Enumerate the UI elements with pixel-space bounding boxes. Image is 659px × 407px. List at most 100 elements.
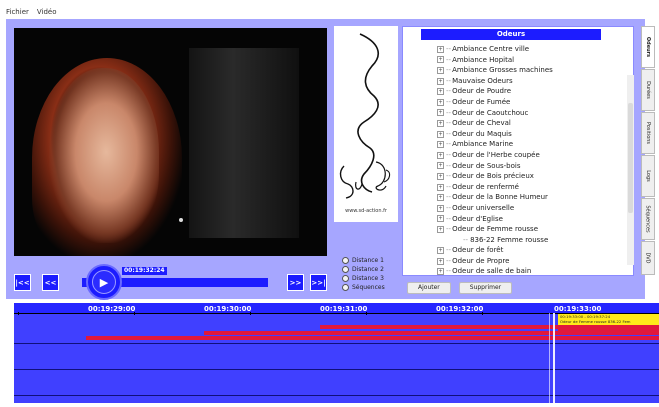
expand-icon[interactable]: + <box>437 45 444 53</box>
current-time: 00:19:32:24 <box>122 267 167 275</box>
tree-item[interactable]: + -- Ambiance Centre ville <box>437 44 627 55</box>
expand-icon[interactable]: + <box>437 225 444 233</box>
expand-icon[interactable]: + <box>437 247 444 255</box>
playhead[interactable] <box>553 313 555 403</box>
playhead-shadow <box>549 313 550 403</box>
tab-durees[interactable]: Durées <box>641 69 655 111</box>
expand-icon[interactable]: + <box>437 141 444 149</box>
tab-odeurs[interactable]: Odeurs <box>641 26 655 68</box>
tree-scroll-thumb[interactable] <box>628 103 633 213</box>
radio-button[interactable] <box>342 275 349 282</box>
selected-event[interactable]: 00:19:33:00 - 00:19:37:24 Odeur de Femme… <box>558 314 659 325</box>
tree-connector: -- <box>446 182 452 191</box>
tree-connector: -- <box>446 97 452 106</box>
tab-dvd[interactable]: DVD <box>641 241 655 275</box>
tree-item-label: Odeur de Cheval <box>452 119 511 128</box>
tree-item[interactable]: + -- Odeur de Caoutchouc <box>437 108 627 119</box>
tab-positions[interactable]: Positions <box>641 112 655 154</box>
tree-item[interactable]: + -- Odeur de Fumée <box>437 97 627 108</box>
rewind-button[interactable]: << <box>42 274 59 291</box>
expand-icon[interactable]: + <box>437 172 444 180</box>
radio-label: Distance 3 <box>352 275 384 282</box>
tree-item[interactable]: + -- Odeur de l'Herbe coupée <box>437 150 627 161</box>
tab-label: DVD <box>644 252 651 264</box>
tree-item[interactable]: + -- Ambiance Marine <box>437 139 627 150</box>
tree-item[interactable]: + -- Odeur de salle de bain <box>437 266 627 277</box>
odeurs-tree: + -- Ambiance Centre ville + -- Ambiance Hopi… <box>437 44 627 277</box>
ruler-tick <box>134 312 135 315</box>
tree-item-label: Odeur de Sous-bois <box>452 161 521 170</box>
tree-item-label: Ambiance Centre ville <box>452 45 530 53</box>
skip-forward-button[interactable]: >>| <box>310 274 327 291</box>
tree-connector: -- <box>446 225 452 234</box>
radio-distance-3[interactable]: Distance 3 <box>342 274 385 283</box>
tab-logs[interactable]: Logs <box>641 155 655 197</box>
ruler-tick <box>250 312 251 315</box>
expand-icon[interactable]: + <box>437 88 444 96</box>
video-viewport[interactable] <box>14 28 327 256</box>
tree-item[interactable]: + -- Ambiance Grosses machines <box>437 65 627 76</box>
ajouter-button[interactable]: Ajouter <box>407 282 451 294</box>
radio-button[interactable] <box>342 266 349 273</box>
expand-icon[interactable]: + <box>437 204 444 212</box>
track-divider <box>14 343 659 344</box>
tree-child-item[interactable]: -- 836-22 Femme rousse <box>437 235 627 246</box>
skip-back-button[interactable]: |<< <box>14 274 31 291</box>
timeline[interactable]: 00:19:29:00 00:19:30:00 00:19:31:00 00:1… <box>14 303 659 403</box>
logo-url: www.sd-action.fr <box>345 208 387 214</box>
expand-icon[interactable]: + <box>437 194 444 202</box>
radio-sequences[interactable]: Séquences <box>342 283 385 292</box>
timeline-ruler: 00:19:29:00 00:19:30:00 00:19:31:00 00:1… <box>14 303 659 315</box>
tree-item[interactable]: + -- Ambiance Hopital <box>437 55 627 66</box>
tree-item[interactable]: + -- Odeur de Femme rousse <box>437 224 627 235</box>
expand-icon[interactable]: + <box>437 109 444 117</box>
tab-label: Durées <box>645 81 652 99</box>
tree-item[interactable]: + -- Odeur de Poudre <box>437 86 627 97</box>
expand-icon[interactable]: + <box>437 151 444 159</box>
play-button[interactable]: ▶ <box>86 264 122 300</box>
tab-label: Odeurs <box>645 36 652 58</box>
radio-button[interactable] <box>342 257 349 264</box>
expand-icon[interactable]: + <box>437 66 444 74</box>
tree-item[interactable]: + -- Odeur de Cheval <box>437 118 627 129</box>
tree-item[interactable]: + -- Odeur du Maquis <box>437 129 627 140</box>
tree-item[interactable]: + -- Odeur de renfermé <box>437 182 627 193</box>
expand-icon[interactable]: + <box>437 215 444 223</box>
expand-icon[interactable]: + <box>437 162 444 170</box>
ruler-label: 00:19:33:00 <box>554 305 602 313</box>
tree-item[interactable]: + -- Odeur de Bois précieux <box>437 171 627 182</box>
tab-label: Positions <box>645 121 652 145</box>
expand-icon[interactable]: + <box>437 56 444 64</box>
tree-item[interactable]: + -- Odeur de forêt <box>437 245 627 256</box>
expand-icon[interactable]: + <box>437 257 444 265</box>
expand-icon[interactable]: + <box>437 98 444 106</box>
forward-button[interactable]: >> <box>287 274 304 291</box>
expand-icon[interactable]: + <box>437 183 444 191</box>
tree-item-label: Ambiance Marine <box>452 140 514 149</box>
tree-item[interactable]: + -- Odeur universelle <box>437 203 627 214</box>
tree-item[interactable]: + -- Odeur de la Bonne Humeur <box>437 192 627 203</box>
tree-item-label: Odeur de Bois précieux <box>452 172 534 181</box>
tree-item[interactable]: + -- Mauvaise Odeurs <box>437 76 627 87</box>
radio-distance-1[interactable]: Distance 1 <box>342 256 385 265</box>
expand-icon[interactable]: + <box>437 268 444 276</box>
tab-sequences[interactable]: Séquences <box>641 198 655 240</box>
tree-item[interactable]: + -- Odeur de Sous-bois <box>437 161 627 172</box>
radio-button[interactable] <box>342 284 349 291</box>
tree-item[interactable]: + -- Odeur d'Eglise <box>437 214 627 225</box>
expand-icon[interactable]: + <box>437 130 444 138</box>
odor-segment[interactable] <box>558 328 659 332</box>
supprimer-button[interactable]: Supprimer <box>458 282 513 294</box>
app-window: Fichier Vidéo www.sd-action.fr Distance … <box>0 0 659 407</box>
tree-connector: -- <box>446 76 452 85</box>
radio-distance-2[interactable]: Distance 2 <box>342 265 385 274</box>
tree-connector: -- <box>446 55 452 64</box>
tree-item[interactable]: + -- Odeur de Propre <box>437 256 627 267</box>
tree-item-label: Ambiance Hopital <box>452 55 515 64</box>
expand-icon[interactable]: + <box>437 77 444 85</box>
play-icon: ▶ <box>92 270 116 294</box>
expand-icon[interactable]: + <box>437 119 444 127</box>
odor-segment[interactable] <box>86 336 659 340</box>
tree-connector: -- <box>446 246 452 255</box>
tab-label: Logs <box>644 170 651 182</box>
